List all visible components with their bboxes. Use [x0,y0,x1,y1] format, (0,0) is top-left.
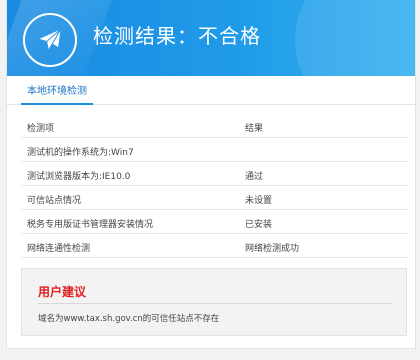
check-result: 通过 [245,172,264,182]
table-header-row: 检测项 结果 [21,114,407,138]
check-item: 测试浏览器版本为:IE10.0 [27,172,131,182]
advice-title: 用户建议 [38,285,87,299]
plane-icon [39,29,61,51]
header-decoration-circle [295,0,415,76]
result-page: 检测结果：不合格 本地环境检测 检测项 结果 测试机的操作系统为:Win7 测试… [6,0,416,349]
user-advice-panel: 用户建议 域名为www.tax.sh.gov.cn的可信任站点不存在 [21,268,407,336]
table-row: 测试浏览器版本为:IE10.0 通过 [21,162,407,186]
plane-badge [23,13,77,67]
table-row: 网络连通性检测 网络检测成功 [21,234,407,258]
check-result: 网络检测成功 [245,244,300,254]
check-item: 测试机的操作系统为:Win7 [27,148,134,158]
check-result: 未设置 [245,196,273,206]
column-header-item: 检测项 [27,124,55,134]
check-result: 已安装 [245,220,273,230]
table-row: 可信站点情况 未设置 [21,186,407,210]
check-item: 可信站点情况 [27,196,82,206]
result-header: 检测结果：不合格 [7,0,415,76]
tab-local-environment-check[interactable]: 本地环境检测 [21,76,93,105]
table-row: 税务专用版证书管理器安装情况 已安装 [21,210,407,234]
check-item: 税务专用版证书管理器安装情况 [27,220,154,230]
column-header-result: 结果 [245,124,264,134]
check-table: 检测项 结果 测试机的操作系统为:Win7 测试浏览器版本为:IE10.0 通过… [21,114,407,258]
advice-text: 域名为www.tax.sh.gov.cn的可信任站点不存在 [38,314,220,324]
tab-bar: 本地环境检测 [7,76,415,105]
page-title: 检测结果：不合格 [93,24,261,48]
table-row: 测试机的操作系统为:Win7 [21,138,407,162]
advice-divider [38,303,392,304]
check-item: 网络连通性检测 [27,244,91,254]
